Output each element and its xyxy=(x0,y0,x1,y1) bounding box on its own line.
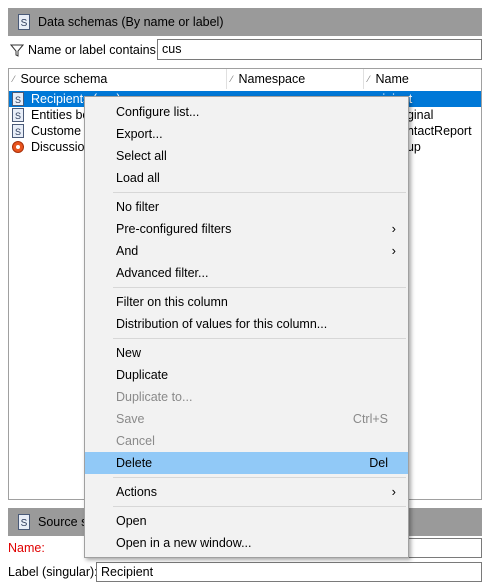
data-schemas-header: S Data schemas (By name or label) xyxy=(8,8,482,36)
menu-item-preconfigured-filters[interactable]: Pre-configured filters › xyxy=(85,218,408,240)
menu-item-load-all[interactable]: Load all xyxy=(85,167,408,189)
filter-icon xyxy=(10,44,24,57)
column-label: Source schema xyxy=(20,72,108,86)
sort-icon: ⁄ xyxy=(13,74,15,84)
shortcut-label: Ctrl+S xyxy=(352,412,388,426)
menu-separator xyxy=(113,477,406,478)
menu-item-select-all[interactable]: Select all xyxy=(85,145,408,167)
menu-item-new[interactable]: New xyxy=(85,342,408,364)
submenu-arrow-icon: › xyxy=(391,221,396,236)
menu-separator xyxy=(113,192,406,193)
cell-source: Discussio xyxy=(31,140,85,154)
menu-item-duplicate-to: Duplicate to... xyxy=(116,390,193,404)
schema-icon: S xyxy=(12,124,24,138)
menu-item-export[interactable]: Export... xyxy=(85,123,408,145)
menu-item-label: Pre-configured filters xyxy=(116,222,232,236)
filter-input[interactable]: cus xyxy=(157,39,482,60)
svg-text:S: S xyxy=(15,95,21,105)
svg-text:S: S xyxy=(21,518,28,529)
discussion-icon xyxy=(12,141,24,153)
cell-source: Entities be xyxy=(31,108,90,122)
schema-icon: S xyxy=(12,108,24,122)
menu-item-duplicate[interactable]: Duplicate xyxy=(85,364,408,386)
panel-title: Data schemas (By name or label) xyxy=(38,15,224,29)
svg-text:S: S xyxy=(21,18,28,29)
menu-item-save: Save Ctrl+S xyxy=(85,408,408,430)
label-field[interactable]: Recipient xyxy=(96,562,482,582)
column-label: Name xyxy=(375,72,409,86)
sort-icon: ⁄ xyxy=(368,74,370,84)
context-menu: Configure list... Export... Select all L… xyxy=(84,96,409,558)
menu-item-and[interactable]: And › xyxy=(85,240,408,262)
menu-item-delete[interactable]: Delete Del xyxy=(85,452,408,474)
bottom-panel-title: Source s xyxy=(38,515,88,529)
menu-item-configure-list[interactable]: Configure list... xyxy=(85,101,408,123)
column-header-name[interactable]: ⁄ Name xyxy=(364,69,481,89)
menu-item-distribution[interactable]: Distribution of values for this column..… xyxy=(85,313,408,335)
menu-item-open-new-window[interactable]: Open in a new window... xyxy=(85,532,408,554)
filter-label: Name or label contains: xyxy=(28,43,160,57)
cell-source: Custome xyxy=(31,124,82,138)
menu-item-label: Actions xyxy=(116,485,157,499)
submenu-arrow-icon: › xyxy=(391,243,396,258)
menu-item-actions[interactable]: Actions › xyxy=(85,481,408,503)
column-label: Namespace xyxy=(238,72,306,86)
column-header-source-schema[interactable]: ⁄ Source schema xyxy=(9,69,227,89)
shortcut-label: Del xyxy=(369,456,388,470)
menu-item-label: Save xyxy=(116,412,145,426)
menu-item-open[interactable]: Open xyxy=(85,510,408,532)
filter-row: Name or label contains: cus xyxy=(8,38,482,62)
sort-icon: ⁄ xyxy=(231,74,233,84)
svg-text:S: S xyxy=(15,127,21,137)
menu-item-label: And xyxy=(116,244,139,258)
schema-icon: S xyxy=(18,14,30,30)
menu-item-filter-on-column[interactable]: Filter on this column xyxy=(85,291,408,313)
schema-icon: S xyxy=(18,514,30,530)
menu-separator xyxy=(113,287,406,288)
menu-separator xyxy=(113,506,406,507)
menu-item-no-filter[interactable]: No filter xyxy=(85,196,408,218)
menu-separator xyxy=(113,338,406,339)
cell-name: ontactReport xyxy=(400,124,472,138)
label-label: Label (singular): xyxy=(8,565,98,579)
column-header-namespace[interactable]: ⁄ Namespace xyxy=(227,69,364,89)
schema-icon: S xyxy=(12,92,24,106)
menu-item-cancel: Cancel xyxy=(116,434,155,448)
svg-text:S: S xyxy=(15,111,21,121)
menu-item-advanced-filter[interactable]: Advanced filter... xyxy=(85,262,408,284)
submenu-arrow-icon: › xyxy=(391,484,396,499)
name-label: Name: xyxy=(8,541,45,555)
menu-item-label: Delete xyxy=(116,456,153,470)
